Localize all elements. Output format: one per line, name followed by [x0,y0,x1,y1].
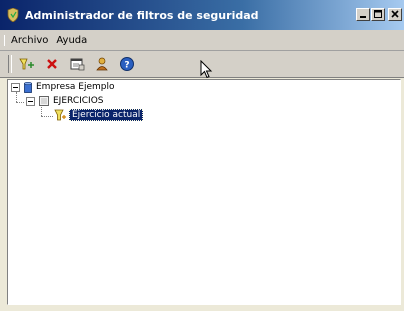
app-icon [6,7,20,23]
help-icon: ? [120,57,134,71]
new-filter-icon [19,58,34,70]
title-bar[interactable]: Administrador de filtros de seguridad [0,0,404,30]
delete-icon [47,59,57,69]
tree-node-label: Empresa Ejemplo [36,82,115,92]
folder-icon [39,96,49,106]
window-title: Administrador de filtros de seguridad [25,8,259,22]
database-icon [24,81,32,93]
svg-text:?: ? [124,61,129,71]
tree-connector [41,107,42,116]
properties-button[interactable] [66,54,88,74]
tree-node-root[interactable]: Empresa Ejemplo [11,81,114,93]
menu-archivo[interactable]: Archivo [4,34,52,46]
tree-node-leaf[interactable]: Ejercicio actual [54,109,144,121]
filter-icon [54,109,67,121]
tree-connector [16,92,17,102]
tree-node-group[interactable]: EJERCICIOS [26,95,104,107]
toolbar-grip [8,55,12,73]
tree-connector [16,102,24,103]
delete-button[interactable] [41,54,63,74]
menu-ayuda[interactable]: Ayuda [52,35,91,46]
users-icon [96,57,108,71]
help-button[interactable]: ? [116,54,138,74]
close-button[interactable] [388,8,402,21]
minimize-button[interactable] [356,8,370,21]
tree-node-label-selected: Ejercicio actual [69,109,144,121]
collapse-icon[interactable] [11,82,20,92]
menu-bar: Archivo Ayuda [0,30,404,51]
maximize-button[interactable] [371,8,385,21]
app-window: Administrador de filtros de seguridad Ar… [0,0,404,311]
new-filter-button[interactable] [16,54,38,74]
collapse-icon[interactable] [26,96,35,106]
tree-node-label: EJERCICIOS [53,96,104,106]
properties-icon [70,58,85,71]
users-button[interactable] [91,54,113,74]
tree-connector [41,116,53,117]
window-controls [356,8,402,21]
tree-view[interactable]: Empresa Ejemplo EJERCICIOS Ejercicio act… [7,79,401,305]
